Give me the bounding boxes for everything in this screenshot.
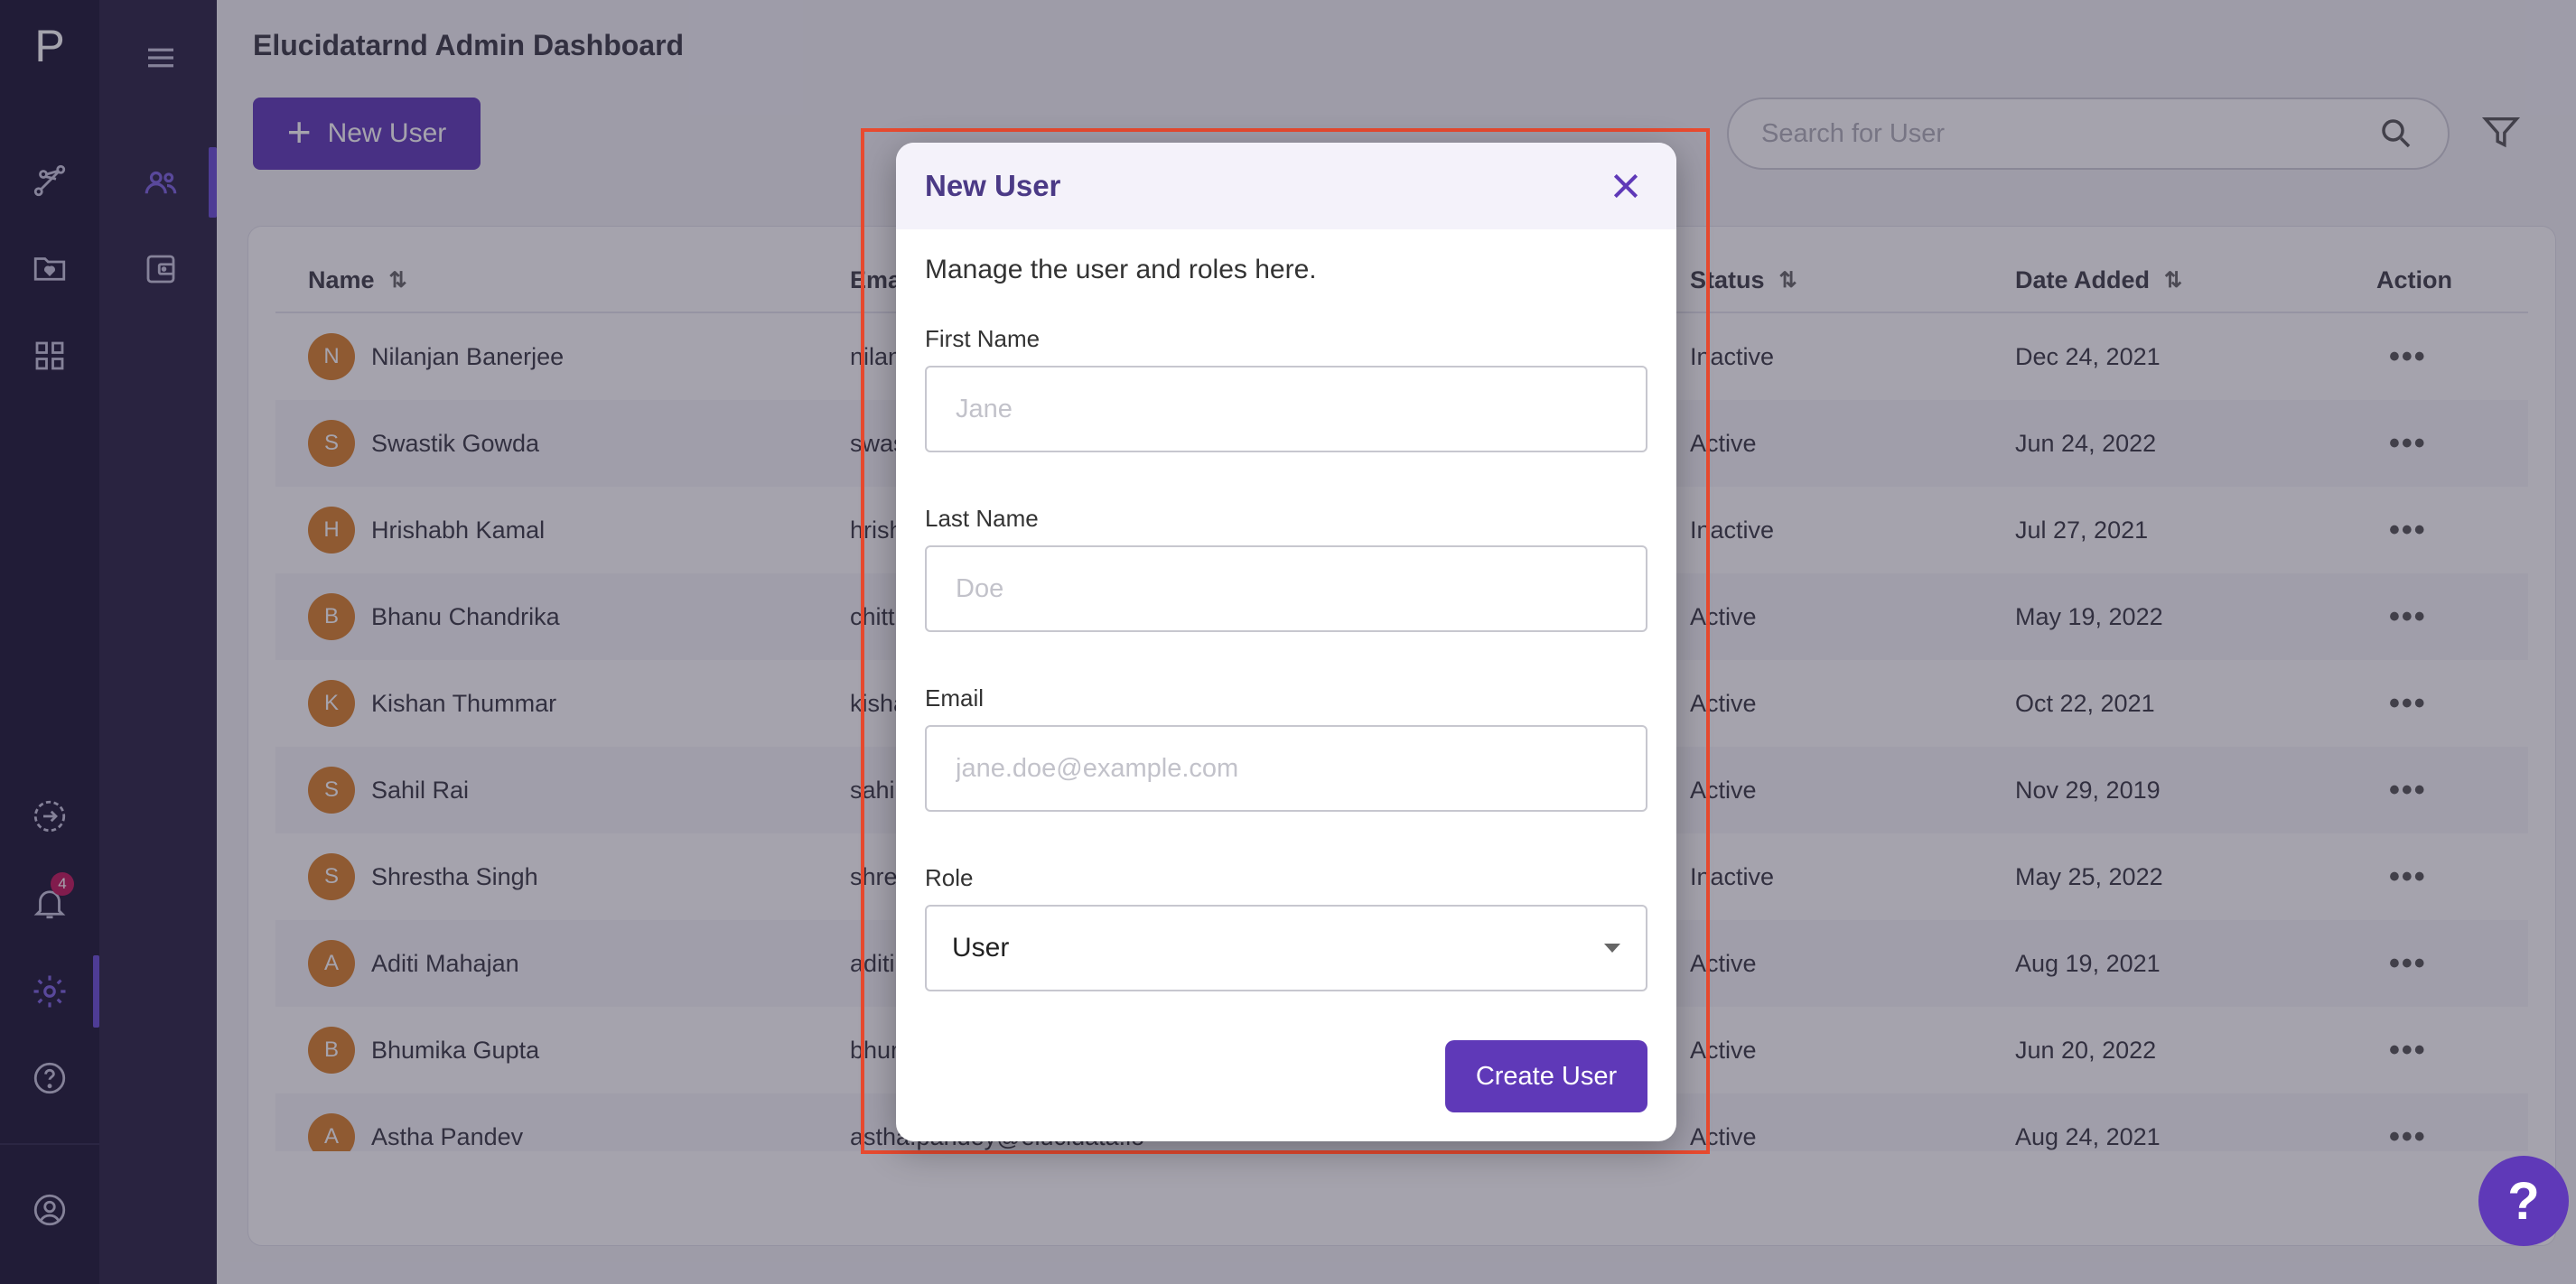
close-button[interactable] [1604, 164, 1647, 208]
first-name-field[interactable] [925, 366, 1647, 452]
last-name-field[interactable] [925, 545, 1647, 632]
dialog-title: New User [925, 169, 1061, 202]
dialog-body: Manage the user and roles here. First Na… [896, 229, 1676, 991]
dialog-description: Manage the user and roles here. [925, 255, 1317, 284]
role-select-value: User [952, 933, 1010, 963]
close-icon [1613, 173, 1638, 199]
chevron-down-icon[interactable] [1604, 944, 1620, 953]
first-name-input[interactable] [956, 394, 1617, 424]
new-user-dialog: New User Manage the user and roles here.… [896, 143, 1676, 1141]
email-input[interactable] [956, 753, 1617, 784]
first-name-label: First Name [925, 325, 1041, 352]
dialog-header: New User [896, 143, 1676, 229]
role-select[interactable]: User [925, 905, 1647, 991]
role-label: Role [925, 864, 974, 891]
last-name-label: Last Name [925, 505, 1039, 532]
email-label: Email [925, 684, 985, 712]
email-field[interactable] [925, 725, 1647, 812]
help-fab-button[interactable]: ? [2478, 1156, 2569, 1246]
create-user-button[interactable]: Create User [1445, 1040, 1647, 1112]
last-name-input[interactable] [956, 573, 1617, 604]
